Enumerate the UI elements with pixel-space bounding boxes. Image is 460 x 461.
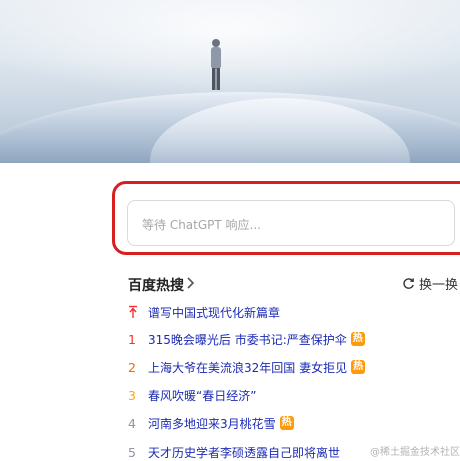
hot-badge: 热 <box>351 360 366 374</box>
standing-person-figure <box>211 39 221 90</box>
list-item[interactable]: 4 河南多地迎来3月桃花雪 热 <box>128 414 294 432</box>
hero-banner <box>0 0 460 163</box>
refresh-icon <box>403 278 414 289</box>
list-item[interactable]: 1 315晚会曝光后 市委书记:严查保护伞 热 <box>128 330 365 348</box>
hot-item-text[interactable]: 河南多地迎来3月桃花雪 <box>148 415 276 432</box>
hot-item-rank: 1 <box>128 331 136 347</box>
hot-item-text[interactable]: 谱写中国式现代化新篇章 <box>148 304 280 321</box>
hot-item-text[interactable]: 春风吹暖“春日经济” <box>148 387 256 404</box>
hot-badge: 热 <box>350 332 365 346</box>
hot-item-text[interactable]: 315晚会曝光后 市委书记:严查保护伞 <box>148 331 347 348</box>
pinned-arrow-icon <box>129 305 137 318</box>
list-item[interactable]: 谱写中国式现代化新篇章 <box>128 303 280 321</box>
banner-sky <box>0 0 460 100</box>
refresh-label: 换一换 <box>419 278 459 293</box>
hot-item-rank: 5 <box>128 444 136 460</box>
list-item[interactable]: 2 上海大爷在美流浪32年回国 妻女拒见 热 <box>128 358 366 376</box>
refresh-button[interactable]: 换一换 <box>402 274 458 293</box>
hot-badge: 热 <box>279 416 294 430</box>
hot-item-rank: 4 <box>128 415 136 431</box>
chevron-right-icon[interactable] <box>186 276 196 290</box>
hot-item-text[interactable]: 天才历史学者李硕透露自己即将离世 <box>148 444 340 461</box>
hot-item-text[interactable]: 上海大爷在美流浪32年回国 妻女拒见 <box>148 359 347 376</box>
list-item[interactable]: 3 春风吹暖“春日经济” <box>128 386 256 404</box>
chatgpt-response-box[interactable]: 等待 ChatGPT 响应... <box>127 200 455 246</box>
hot-item-rank: 2 <box>128 359 136 375</box>
watermark: @稀土掘金技术社区 <box>370 447 460 458</box>
hot-search-title[interactable]: 百度热搜 <box>128 275 184 295</box>
list-item[interactable]: 5 天才历史学者李硕透露自己即将离世 <box>128 443 340 461</box>
hot-item-rank: 3 <box>128 387 136 403</box>
chatgpt-placeholder: 等待 ChatGPT 响应... <box>142 218 261 232</box>
